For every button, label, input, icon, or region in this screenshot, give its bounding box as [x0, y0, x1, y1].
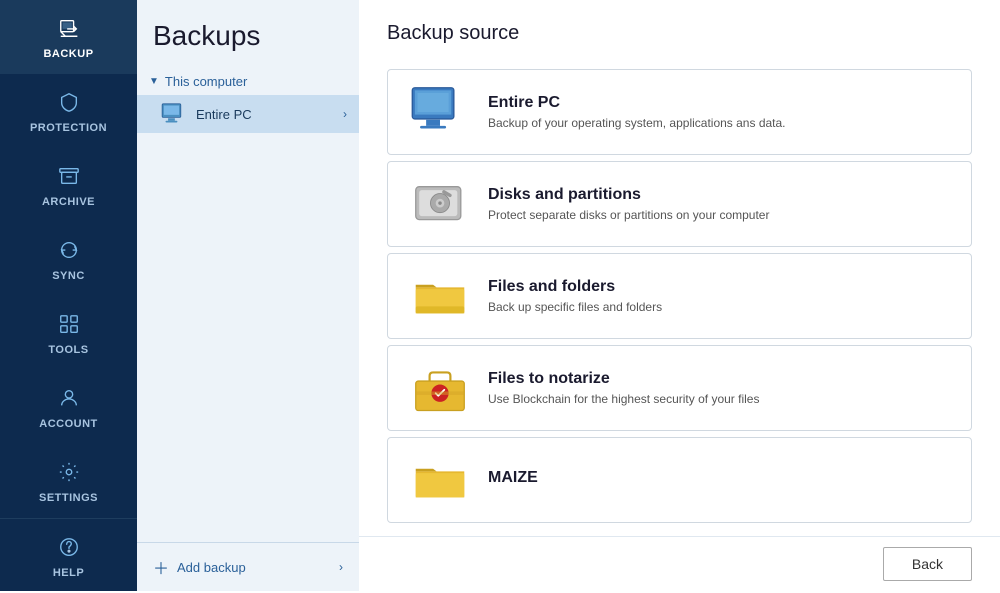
notarize-title: Files to notarize: [488, 370, 759, 388]
source-card-maize[interactable]: MAIZE: [387, 437, 972, 523]
notarize-text: Files to notarize Use Blockchain for the…: [488, 370, 759, 406]
entire-pc-icon: [408, 86, 472, 138]
help-icon: [55, 533, 83, 561]
sidebar-label-backup: BACKUP: [43, 48, 93, 60]
sidebar-label-sync: SYNC: [52, 270, 85, 282]
main-footer: Back: [359, 536, 1000, 591]
archive-icon: [55, 162, 83, 190]
settings-icon: [55, 458, 83, 486]
sidebar-item-backup[interactable]: BACKUP: [0, 0, 137, 74]
briefcase-icon: [408, 362, 472, 414]
add-backup-row[interactable]: ＋ Add backup ›: [137, 542, 359, 591]
add-backup-label: Add backup: [177, 560, 246, 575]
this-computer-label[interactable]: ▼ This computer: [137, 68, 359, 95]
entire-pc-title: Entire PC: [488, 94, 786, 112]
sidebar-label-settings: SETTINGS: [39, 492, 98, 504]
sidebar-item-sync[interactable]: SYNC: [0, 222, 137, 296]
files-folders-desc: Back up specific files and folders: [488, 300, 662, 314]
sync-icon: [55, 236, 83, 264]
entire-pc-desc: Backup of your operating system, applica…: [488, 116, 786, 130]
add-backup-chevron: ›: [339, 560, 343, 574]
sidebar-item-tools[interactable]: TOOLS: [0, 296, 137, 370]
collapse-arrow: ▼: [149, 76, 159, 87]
source-card-entire-pc[interactable]: Entire PC Backup of your operating syste…: [387, 69, 972, 155]
sidebar-label-help: HELP: [53, 567, 84, 579]
panel-title: Backups: [137, 0, 359, 68]
backup-icon: [55, 14, 83, 42]
back-button[interactable]: Back: [883, 547, 972, 581]
source-card-disks[interactable]: Disks and partitions Protect separate di…: [387, 161, 972, 247]
entire-pc-label: Entire PC: [196, 107, 252, 122]
disks-title: Disks and partitions: [488, 186, 769, 204]
tools-icon: [55, 310, 83, 338]
sidebar-item-help[interactable]: HELP: [0, 518, 137, 593]
main-content: Backup source Entire PC Backup of your o…: [359, 0, 1000, 591]
account-icon: [55, 384, 83, 412]
entire-pc-item[interactable]: Entire PC ›: [137, 95, 359, 133]
folder-icon: [408, 270, 472, 322]
sidebar-item-account[interactable]: ACCOUNT: [0, 370, 137, 444]
pc-small-icon: [160, 103, 188, 125]
item-chevron: ›: [343, 107, 347, 121]
disks-desc: Protect separate disks or partitions on …: [488, 208, 769, 222]
sidebar-label-protection: PROTECTION: [30, 122, 107, 134]
files-folders-text: Files and folders Back up specific files…: [488, 278, 662, 314]
files-folders-title: Files and folders: [488, 278, 662, 296]
source-card-notarize[interactable]: Files to notarize Use Blockchain for the…: [387, 345, 972, 431]
maize-text: MAIZE: [488, 469, 538, 491]
middle-panel: Backups ▼ This computer Entire PC › ＋ Ad…: [137, 0, 359, 591]
plus-icon: ＋: [153, 555, 169, 579]
sidebar: BACKUP PROTECTION ARCHIVE: [0, 0, 137, 591]
sidebar-label-account: ACCOUNT: [39, 418, 98, 430]
folder2-icon: [408, 454, 472, 506]
sidebar-label-archive: ARCHIVE: [42, 196, 95, 208]
disk-icon: [408, 178, 472, 230]
sidebar-item-protection[interactable]: PROTECTION: [0, 74, 137, 148]
source-card-files-folders[interactable]: Files and folders Back up specific files…: [387, 253, 972, 339]
entire-pc-text: Entire PC Backup of your operating syste…: [488, 94, 786, 130]
sidebar-item-settings[interactable]: SETTINGS: [0, 444, 137, 518]
sidebar-label-tools: TOOLS: [48, 344, 88, 356]
sidebar-item-archive[interactable]: ARCHIVE: [0, 148, 137, 222]
section-label-text: This computer: [165, 74, 247, 89]
protection-icon: [55, 88, 83, 116]
disks-text: Disks and partitions Protect separate di…: [488, 186, 769, 222]
main-header: Backup source: [359, 0, 1000, 61]
source-list: Entire PC Backup of your operating syste…: [359, 61, 1000, 536]
maize-title: MAIZE: [488, 469, 538, 487]
notarize-desc: Use Blockchain for the highest security …: [488, 392, 759, 406]
